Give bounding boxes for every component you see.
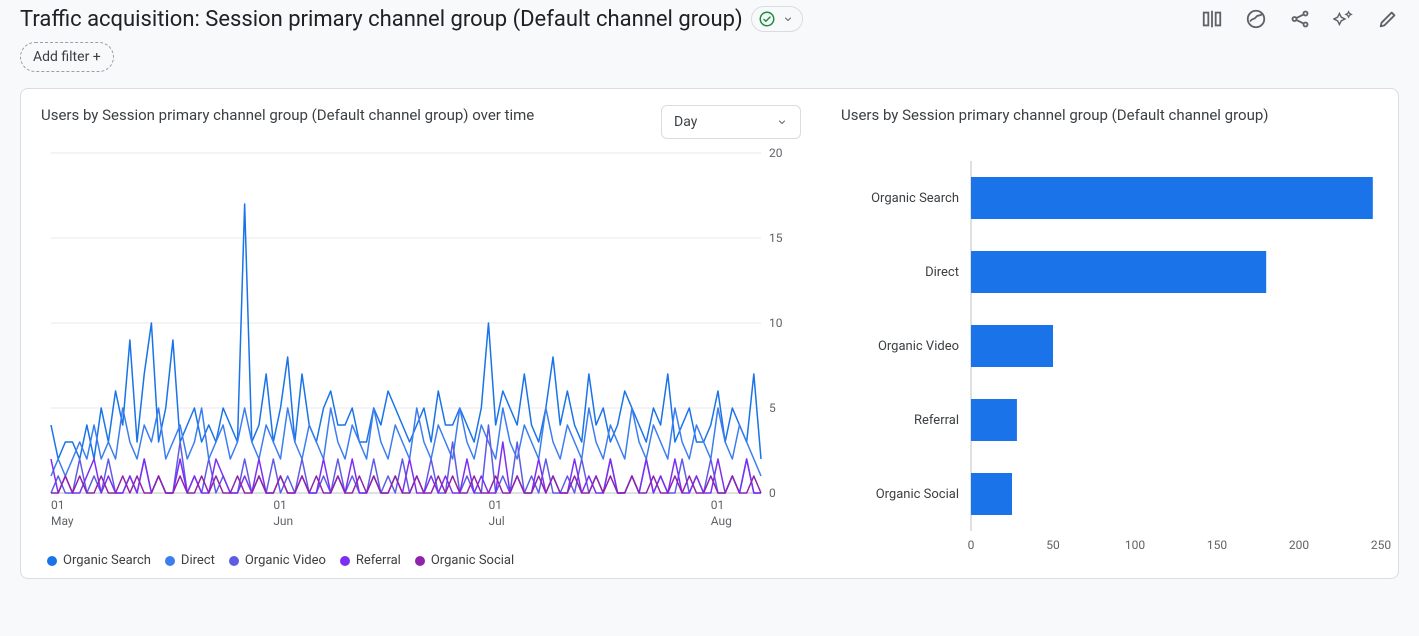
svg-text:0: 0 [769,486,776,500]
compare-icon[interactable] [1201,8,1223,30]
legend-dot-icon [340,556,350,566]
legend-dot-icon [415,556,425,566]
share-icon[interactable] [1289,8,1311,30]
status-chip[interactable] [751,6,803,32]
svg-text:5: 5 [769,401,776,415]
add-filter-button[interactable]: Add filter + [20,42,114,72]
svg-text:Aug: Aug [711,514,732,528]
svg-text:Direct: Direct [925,265,959,280]
svg-text:10: 10 [769,316,783,330]
legend-item[interactable]: Organic Social [415,553,514,568]
sparkle-icon[interactable] [1333,8,1355,30]
svg-text:May: May [51,514,74,528]
line-chart[interactable]: 0 5 10 15 20 01 May 01 Jun 01 Jul 01 Aug [41,143,801,543]
legend-item[interactable]: Direct [165,553,215,568]
chevron-down-icon [776,116,788,128]
verified-check-icon [758,10,776,28]
svg-text:20: 20 [769,146,783,160]
legend-label: Organic Social [431,553,514,568]
svg-text:200: 200 [1289,538,1309,552]
edit-icon[interactable] [1377,8,1399,30]
legend-label: Organic Video [245,553,326,568]
svg-text:0: 0 [968,538,975,552]
svg-text:15: 15 [769,231,783,245]
svg-text:50: 50 [1046,538,1060,552]
svg-text:Jun: Jun [273,514,293,528]
svg-text:Organic Search: Organic Search [871,191,959,206]
svg-text:100: 100 [1125,538,1145,552]
granularity-value: Day [674,114,697,130]
svg-text:01: 01 [488,498,502,512]
svg-text:Organic Video: Organic Video [878,339,959,354]
legend-label: Direct [181,553,215,568]
svg-text:Referral: Referral [914,413,959,428]
legend-item[interactable]: Organic Search [47,553,151,568]
legend-dot-icon [47,556,57,566]
svg-text:150: 150 [1207,538,1227,552]
insights-icon[interactable] [1245,8,1267,30]
legend-label: Referral [356,553,401,568]
toolbar-icons [1201,8,1399,30]
bar-chart-title: Users by Session primary channel group (… [841,105,1401,125]
svg-text:01: 01 [51,498,65,512]
page-title: Traffic acquisition: Session primary cha… [20,7,743,32]
chevron-down-icon [782,13,794,25]
svg-text:01: 01 [711,498,725,512]
panel-bar-chart: Users by Session primary channel group (… [841,105,1401,568]
legend-dot-icon [165,556,175,566]
granularity-select[interactable]: Day [661,105,801,139]
bar-chart[interactable]: Organic Search Direct Organic Video Referra… [841,141,1401,561]
legend: Organic Search Direct Organic Video Referra… [41,543,801,568]
legend-item[interactable]: Referral [340,553,401,568]
panel-line-chart: Users by Session primary channel group (… [41,105,801,568]
svg-text:Organic Social: Organic Social [876,487,959,502]
line-chart-title: Users by Session primary channel group (… [41,105,534,125]
legend-item[interactable]: Organic Video [229,553,326,568]
legend-label: Organic Search [63,553,151,568]
report-card: Users by Session primary channel group (… [20,88,1399,579]
svg-text:Jul: Jul [488,514,504,528]
add-filter-label: Add filter + [33,49,101,65]
svg-text:250: 250 [1371,538,1391,552]
legend-dot-icon [229,556,239,566]
svg-text:01: 01 [273,498,287,512]
